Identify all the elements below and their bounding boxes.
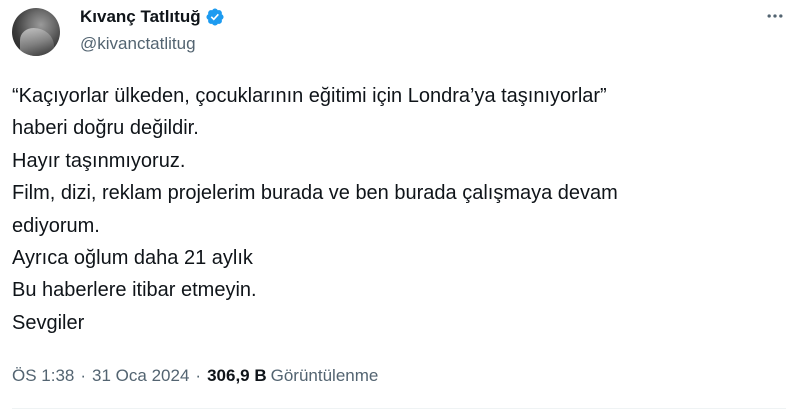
- views-count[interactable]: 306,9 B: [207, 366, 267, 386]
- tweet-time-link[interactable]: ÖS 1:38: [12, 366, 74, 386]
- divider: [12, 408, 786, 409]
- tweet-line: ediyorum.: [12, 214, 100, 237]
- meta-separator: ·: [195, 366, 202, 385]
- tweet-line: Film, dizi, reklam projelerim burada ve …: [12, 182, 618, 205]
- tweet-text: “Kaçıyorlar ülkeden, çocuklarının eğitim…: [12, 80, 782, 339]
- meta-separator: ·: [80, 366, 87, 385]
- display-name[interactable]: Kıvanç Tatlıtuğ: [80, 7, 201, 27]
- tweet-line: Sevgiler: [12, 311, 85, 334]
- views-label[interactable]: Görüntülenme: [271, 366, 379, 386]
- user-handle[interactable]: @kivanctatlitug: [80, 34, 196, 54]
- tweet-date-link[interactable]: 31 Oca 2024: [92, 366, 189, 386]
- tweet-line: haberi doğru değildir.: [12, 117, 199, 140]
- user-name-row: Kıvanç Tatlıtuğ: [80, 6, 225, 28]
- avatar-image-shape: [20, 28, 54, 56]
- avatar[interactable]: [12, 8, 60, 56]
- verified-badge-icon[interactable]: [205, 7, 225, 27]
- tweet-line: “Kaçıyorlar ülkeden, çocuklarının eğitim…: [12, 85, 607, 107]
- tweet-line: Ayrıca oğlum daha 21 aylık: [12, 247, 253, 270]
- more-options-button[interactable]: [760, 6, 790, 26]
- tweet-line: Bu haberlere itibar etmeyin.: [12, 279, 257, 302]
- tweet-metadata: ÖS 1:38 · 31 Oca 2024 · 306,9 B Görüntül…: [12, 366, 378, 386]
- tweet-line: Hayır taşınmıyoruz.: [12, 149, 186, 172]
- more-options-icon: [765, 6, 785, 26]
